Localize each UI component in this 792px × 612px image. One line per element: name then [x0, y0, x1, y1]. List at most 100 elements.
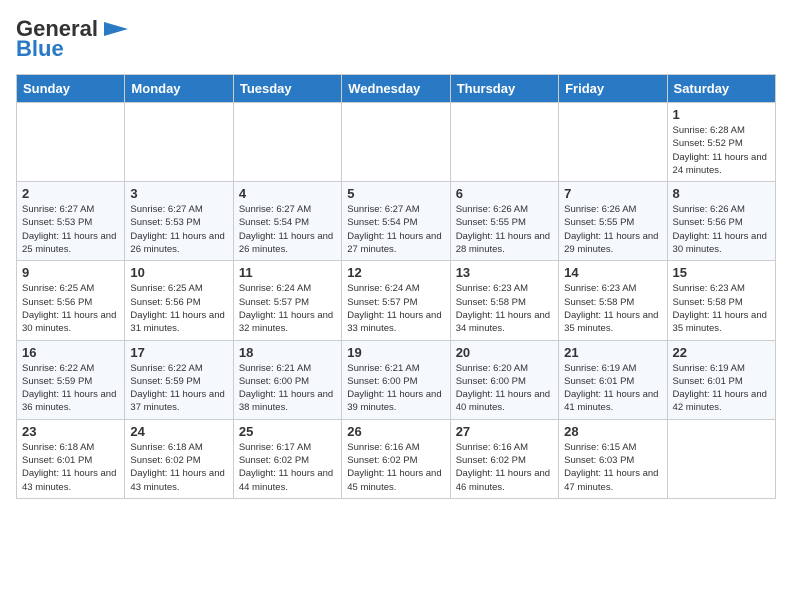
weekday-header-saturday: Saturday — [667, 75, 775, 103]
day-number: 5 — [347, 186, 444, 201]
calendar-cell: 28 Sunrise: 6:15 AM Sunset: 6:03 PM Dayli… — [559, 419, 667, 498]
day-number: 16 — [22, 345, 119, 360]
calendar-cell: 3 Sunrise: 6:27 AM Sunset: 5:53 PM Daylig… — [125, 182, 233, 261]
day-number: 2 — [22, 186, 119, 201]
day-number: 25 — [239, 424, 336, 439]
day-info: Sunrise: 6:24 AM Sunset: 5:57 PM Dayligh… — [239, 282, 336, 335]
logo-flag-icon — [100, 18, 130, 40]
day-number: 14 — [564, 265, 661, 280]
weekday-header-tuesday: Tuesday — [233, 75, 341, 103]
calendar-cell: 9 Sunrise: 6:25 AM Sunset: 5:56 PM Daylig… — [17, 261, 125, 340]
day-info: Sunrise: 6:27 AM Sunset: 5:53 PM Dayligh… — [130, 203, 227, 256]
calendar-week-row: 9 Sunrise: 6:25 AM Sunset: 5:56 PM Daylig… — [17, 261, 776, 340]
day-number: 22 — [673, 345, 770, 360]
calendar-cell: 22 Sunrise: 6:19 AM Sunset: 6:01 PM Dayli… — [667, 340, 775, 419]
day-number: 6 — [456, 186, 553, 201]
day-number: 20 — [456, 345, 553, 360]
calendar-cell: 24 Sunrise: 6:18 AM Sunset: 6:02 PM Dayli… — [125, 419, 233, 498]
day-number: 12 — [347, 265, 444, 280]
calendar-cell: 10 Sunrise: 6:25 AM Sunset: 5:56 PM Dayli… — [125, 261, 233, 340]
day-number: 4 — [239, 186, 336, 201]
day-number: 9 — [22, 265, 119, 280]
calendar-cell — [17, 103, 125, 182]
calendar-table: SundayMondayTuesdayWednesdayThursdayFrid… — [16, 74, 776, 499]
calendar-cell: 15 Sunrise: 6:23 AM Sunset: 5:58 PM Dayli… — [667, 261, 775, 340]
day-number: 23 — [22, 424, 119, 439]
calendar-cell: 26Sunrise: 6:16 AM Sunset: 6:02 PM Dayli… — [342, 419, 450, 498]
day-number: 15 — [673, 265, 770, 280]
calendar-cell: 1Sunrise: 6:28 AM Sunset: 5:52 PM Daylig… — [667, 103, 775, 182]
day-number: 13 — [456, 265, 553, 280]
day-info: Sunrise: 6:16 AM Sunset: 6:02 PM Dayligh… — [347, 441, 444, 494]
day-info: Sunrise: 6:19 AM Sunset: 6:01 PM Dayligh… — [673, 362, 770, 415]
day-number: 17 — [130, 345, 227, 360]
day-info: Sunrise: 6:28 AM Sunset: 5:52 PM Dayligh… — [673, 124, 770, 177]
calendar-cell — [667, 419, 775, 498]
calendar-cell: 21 Sunrise: 6:19 AM Sunset: 6:01 PM Dayli… — [559, 340, 667, 419]
day-info: Sunrise: 6:23 AM Sunset: 5:58 PM Dayligh… — [564, 282, 661, 335]
calendar-cell: 19 Sunrise: 6:21 AM Sunset: 6:00 PM Dayli… — [342, 340, 450, 419]
calendar-cell: 5 Sunrise: 6:27 AM Sunset: 5:54 PM Daylig… — [342, 182, 450, 261]
calendar-body: 1Sunrise: 6:28 AM Sunset: 5:52 PM Daylig… — [17, 103, 776, 499]
calendar-header-row: SundayMondayTuesdayWednesdayThursdayFrid… — [17, 75, 776, 103]
day-info: Sunrise: 6:27 AM Sunset: 5:54 PM Dayligh… — [347, 203, 444, 256]
day-info: Sunrise: 6:18 AM Sunset: 6:02 PM Dayligh… — [130, 441, 227, 494]
day-number: 18 — [239, 345, 336, 360]
calendar-week-row: 1Sunrise: 6:28 AM Sunset: 5:52 PM Daylig… — [17, 103, 776, 182]
calendar-cell — [559, 103, 667, 182]
day-info: Sunrise: 6:27 AM Sunset: 5:53 PM Dayligh… — [22, 203, 119, 256]
page-header: General Blue — [16, 16, 776, 62]
day-info: Sunrise: 6:26 AM Sunset: 5:55 PM Dayligh… — [564, 203, 661, 256]
day-info: Sunrise: 6:25 AM Sunset: 5:56 PM Dayligh… — [130, 282, 227, 335]
day-info: Sunrise: 6:19 AM Sunset: 6:01 PM Dayligh… — [564, 362, 661, 415]
calendar-cell: 17Sunrise: 6:22 AM Sunset: 5:59 PM Dayli… — [125, 340, 233, 419]
calendar-cell: 27 Sunrise: 6:16 AM Sunset: 6:02 PM Dayli… — [450, 419, 558, 498]
day-number: 21 — [564, 345, 661, 360]
calendar-cell: 14 Sunrise: 6:23 AM Sunset: 5:58 PM Dayli… — [559, 261, 667, 340]
day-info: Sunrise: 6:23 AM Sunset: 5:58 PM Dayligh… — [673, 282, 770, 335]
day-info: Sunrise: 6:25 AM Sunset: 5:56 PM Dayligh… — [22, 282, 119, 335]
calendar-cell: 12 Sunrise: 6:24 AM Sunset: 5:57 PM Dayli… — [342, 261, 450, 340]
day-info: Sunrise: 6:23 AM Sunset: 5:58 PM Dayligh… — [456, 282, 553, 335]
calendar-cell: 16 Sunrise: 6:22 AM Sunset: 5:59 PM Dayli… — [17, 340, 125, 419]
day-info: Sunrise: 6:22 AM Sunset: 5:59 PM Dayligh… — [22, 362, 119, 415]
calendar-cell: 20 Sunrise: 6:20 AM Sunset: 6:00 PM Dayli… — [450, 340, 558, 419]
day-number: 28 — [564, 424, 661, 439]
day-info: Sunrise: 6:27 AM Sunset: 5:54 PM Dayligh… — [239, 203, 336, 256]
day-number: 3 — [130, 186, 227, 201]
logo: General Blue — [16, 16, 130, 62]
day-info: Sunrise: 6:24 AM Sunset: 5:57 PM Dayligh… — [347, 282, 444, 335]
calendar-cell: 4 Sunrise: 6:27 AM Sunset: 5:54 PM Daylig… — [233, 182, 341, 261]
calendar-cell: 6Sunrise: 6:26 AM Sunset: 5:55 PM Daylig… — [450, 182, 558, 261]
day-number: 24 — [130, 424, 227, 439]
day-info: Sunrise: 6:18 AM Sunset: 6:01 PM Dayligh… — [22, 441, 119, 494]
logo-blue: Blue — [16, 36, 64, 62]
day-number: 27 — [456, 424, 553, 439]
calendar-cell: 23 Sunrise: 6:18 AM Sunset: 6:01 PM Dayli… — [17, 419, 125, 498]
day-number: 8 — [673, 186, 770, 201]
calendar-week-row: 23 Sunrise: 6:18 AM Sunset: 6:01 PM Dayli… — [17, 419, 776, 498]
day-info: Sunrise: 6:21 AM Sunset: 6:00 PM Dayligh… — [239, 362, 336, 415]
calendar-cell: 13 Sunrise: 6:23 AM Sunset: 5:58 PM Dayli… — [450, 261, 558, 340]
calendar-week-row: 2 Sunrise: 6:27 AM Sunset: 5:53 PM Daylig… — [17, 182, 776, 261]
calendar-cell — [233, 103, 341, 182]
calendar-cell: 11Sunrise: 6:24 AM Sunset: 5:57 PM Dayli… — [233, 261, 341, 340]
day-info: Sunrise: 6:17 AM Sunset: 6:02 PM Dayligh… — [239, 441, 336, 494]
day-number: 19 — [347, 345, 444, 360]
calendar-cell: 7 Sunrise: 6:26 AM Sunset: 5:55 PM Daylig… — [559, 182, 667, 261]
day-info: Sunrise: 6:26 AM Sunset: 5:56 PM Dayligh… — [673, 203, 770, 256]
day-info: Sunrise: 6:21 AM Sunset: 6:00 PM Dayligh… — [347, 362, 444, 415]
weekday-header-wednesday: Wednesday — [342, 75, 450, 103]
calendar-week-row: 16 Sunrise: 6:22 AM Sunset: 5:59 PM Dayli… — [17, 340, 776, 419]
day-info: Sunrise: 6:16 AM Sunset: 6:02 PM Dayligh… — [456, 441, 553, 494]
day-number: 10 — [130, 265, 227, 280]
day-info: Sunrise: 6:20 AM Sunset: 6:00 PM Dayligh… — [456, 362, 553, 415]
calendar-cell — [450, 103, 558, 182]
weekday-header-thursday: Thursday — [450, 75, 558, 103]
weekday-header-sunday: Sunday — [17, 75, 125, 103]
calendar-cell — [125, 103, 233, 182]
day-info: Sunrise: 6:15 AM Sunset: 6:03 PM Dayligh… — [564, 441, 661, 494]
day-number: 7 — [564, 186, 661, 201]
calendar-cell — [342, 103, 450, 182]
calendar-cell: 2 Sunrise: 6:27 AM Sunset: 5:53 PM Daylig… — [17, 182, 125, 261]
